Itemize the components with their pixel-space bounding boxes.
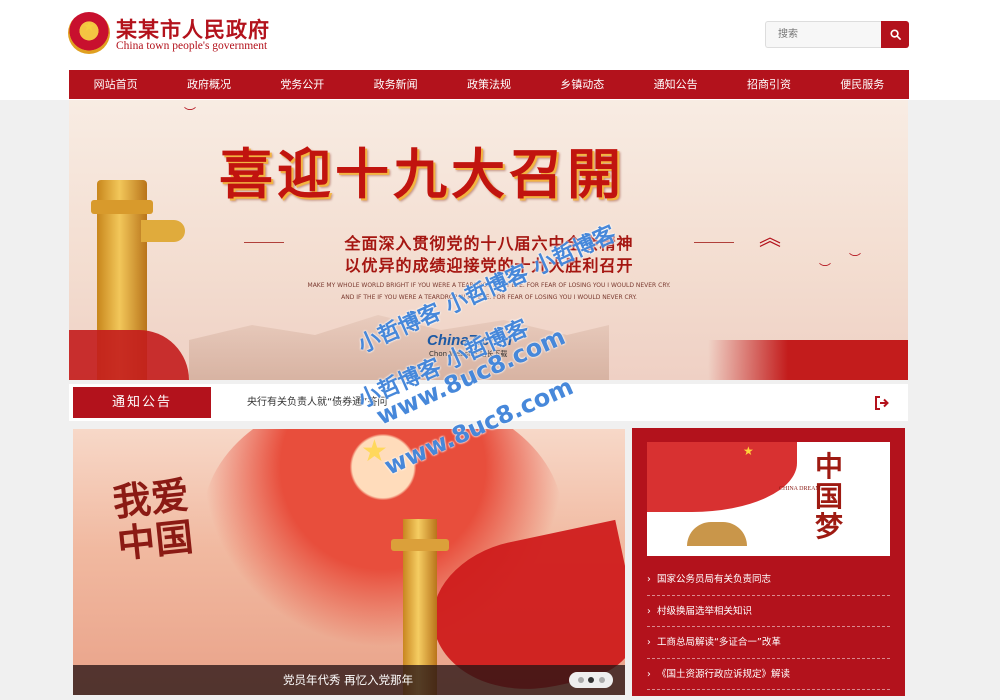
red-flag-graphic [69,330,189,380]
bird-icon: ︶ [819,262,832,276]
slide-caption-bar: 党员年代秀 再忆入党那年 [73,665,625,695]
pillar-cap-graphic [91,200,153,214]
red-flag-right-graphic [708,340,908,380]
side-news-list: › 国家公务员局有关负责同志 › 村级换届选举相关知识 › 工商总局解读“多证合一”改… [647,564,890,690]
list-item[interactable]: › 《国土资源行政应诉规定》解读 [647,659,890,690]
list-item-title: 村级换届选举相关知识 [657,605,753,617]
nav-item-services[interactable]: 便民服务 [816,70,909,99]
search-box [765,21,909,48]
caret-right-icon: › [647,668,651,680]
main-nav: 网站首页 政府概况 党务公开 政务新闻 政策法规 乡镇动态 通知公告 招商引资 … [69,70,909,99]
china-dream-en: CHINA DREAM [779,486,821,492]
dove-icon: ︽ [759,226,782,251]
banner-en-line-2: AND IF THE IF YOU WERE A TEARDROP IN MY … [341,294,637,301]
search-input[interactable] [765,21,883,48]
list-item[interactable]: › 国家公务员局有关负责同志 [647,564,890,596]
national-emblem-icon: ★ [68,12,110,54]
nav-item-notices[interactable]: 通知公告 [629,70,722,99]
flag-graphic [647,442,797,512]
sign-out-icon[interactable] [874,395,890,411]
banner-line-1: 全面深入贯彻党的十八届六中全会精神 [344,234,634,253]
list-item-title: 《国土资源行政应诉规定》解读 [657,668,791,680]
caret-right-icon: › [647,574,651,585]
slide-calligraphy: 我爱中国 [110,471,196,567]
notice-bar: 通知公告 央行有关负责人就“债券通”答问 [69,384,908,421]
site-title-en: China town people's government [116,40,268,52]
banner-headline: 喜迎十九大召開 [219,142,625,206]
slide-dot-active[interactable] [588,677,594,683]
bird-icon: ︶ [184,106,197,120]
star-icon: ★ [361,434,388,469]
bird-icon: ︶ [849,252,862,266]
slide-pagination [569,672,613,688]
news-slideshow[interactable]: ★ 我爱中国 党员年代秀 再忆入党那年 [73,429,625,695]
caret-right-icon: › [647,605,651,617]
caret-right-icon: › [647,637,651,648]
star-icon: ★ [743,444,754,458]
china-dream-image[interactable]: ★ 中国梦 CHINA DREAM [647,442,890,556]
list-item[interactable]: › 村级换届选举相关知识 [647,596,890,627]
pillar-wing-graphic [141,220,185,242]
slide-dot[interactable] [598,677,605,683]
list-item[interactable]: › 工商总局解读“多证合一”改革 [647,627,890,659]
search-icon [889,29,901,40]
nav-item-party-affairs[interactable]: 党务公开 [256,70,349,99]
china-dream-title: 中国梦 [815,450,844,543]
nav-item-investment[interactable]: 招商引资 [722,70,815,99]
list-item-title: 国家公务员局有关负责同志 [657,574,772,585]
side-news-panel: ★ 中国梦 CHINA DREAM › 国家公务员局有关负责同志 › 村级换届选举相… [632,428,905,696]
site-logo[interactable]: ★ 某某市人民政府 China town people's government [68,12,308,62]
slide-caption[interactable]: 党员年代秀 再忆入党那年 [283,665,413,695]
temple-graphic [687,522,747,546]
nav-item-township[interactable]: 乡镇动态 [536,70,629,99]
notice-headline-link[interactable]: 央行有关负责人就“债券通”答问 [247,384,387,421]
banner-logo-subtext: Chon Website 站长下载 [429,350,508,358]
banner-line-2: 以优异的成绩迎接党的十九大胜利召开 [344,256,634,275]
nav-item-overview[interactable]: 政府概况 [162,70,255,99]
list-item-title: 工商总局解读“多证合一”改革 [657,637,781,648]
notice-label: 通知公告 [73,387,211,418]
pillar-cap-graphic [391,539,449,551]
search-button[interactable] [881,21,909,48]
banner-en-line-1: MAKE MY WHOLE WORLD BRIGHT IF YOU WERE A… [307,282,671,289]
slide-dot[interactable] [577,677,584,683]
banner-logo-text: China7.com [427,332,513,349]
hero-banner[interactable]: ︶ ︽ ︶ ︶ 喜迎十九大召開 全面深入贯彻党的十八届六中全会精神 以优异的成绩… [69,100,908,380]
nav-item-policies[interactable]: 政策法规 [442,70,535,99]
nav-item-home[interactable]: 网站首页 [69,70,162,99]
nav-item-news[interactable]: 政务新闻 [349,70,442,99]
